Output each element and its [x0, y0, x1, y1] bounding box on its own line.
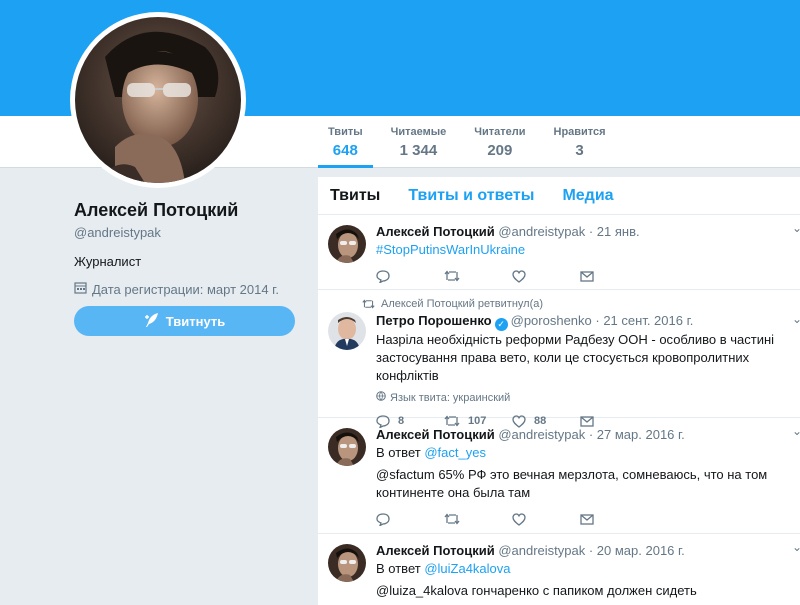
- chevron-down-icon[interactable]: ⌄: [792, 312, 800, 326]
- tweet-button-label: Твитнуть: [165, 313, 226, 329]
- tab-media[interactable]: Медиа: [562, 187, 613, 205]
- tweet-header: Алексей Потоцкий @andreistypak · 21 янв.: [376, 223, 800, 241]
- tweet-text: @sfactum 65% РФ это вечная мерзлота, сом…: [376, 467, 768, 500]
- reply-to-link[interactable]: @fact_yes: [424, 445, 486, 460]
- stat-label: Читатели: [474, 126, 526, 138]
- reply-context: В ответ @luiZa4kalova: [376, 560, 800, 578]
- globe-icon: [376, 391, 386, 404]
- tweet-actions: [376, 267, 800, 285]
- tweet-author-handle[interactable]: @andreistypak: [498, 427, 585, 442]
- stat-tweets[interactable]: Твиты 648: [318, 116, 373, 168]
- reply-prefix: В ответ: [376, 445, 421, 460]
- profile-bio: Журналист: [74, 254, 142, 269]
- like-action[interactable]: [512, 512, 580, 526]
- avatar-photo: [75, 17, 241, 183]
- tweet-item[interactable]: Алексей Потоцкий @andreistypak · 27 мар.…: [318, 418, 800, 534]
- retweeted-by-text[interactable]: Алексей Потоцкий ретвитнул(а): [381, 298, 543, 310]
- calendar-icon: [74, 281, 87, 297]
- reply-icon: [376, 269, 390, 283]
- tweet-header: Алексей Потоцкий @andreistypak · 20 мар.…: [376, 542, 800, 560]
- retweet-action[interactable]: [444, 513, 512, 525]
- envelope-icon: [580, 270, 594, 282]
- profile-join-date: Дата регистрации: март 2014 г.: [74, 281, 304, 297]
- profile-handle[interactable]: @andreistypak: [74, 225, 304, 240]
- tweet-header: Алексей Потоцкий @andreistypak · 27 мар.…: [376, 426, 800, 444]
- join-date-text: Дата регистрации: март 2014 г.: [92, 281, 279, 297]
- chevron-down-icon[interactable]: ⌄: [792, 424, 800, 438]
- profile-name[interactable]: Алексей Потоцкий: [74, 200, 304, 221]
- reply-icon: [376, 512, 390, 526]
- timeline-tabs: Твиты Твиты и ответы Медиа: [318, 177, 800, 215]
- tweet-date[interactable]: · 20 мар. 2016 г.: [589, 543, 685, 558]
- hashtag-link[interactable]: #StopPutinsWarInUkraine: [376, 242, 525, 257]
- tweet-date[interactable]: · 21 янв.: [589, 224, 640, 239]
- retweet-context: Алексей Потоцкий ретвитнул(а): [362, 298, 800, 310]
- stat-value: 3: [575, 142, 584, 159]
- tweet-author-handle[interactable]: @poroshenko: [511, 313, 592, 328]
- tweet-author-handle[interactable]: @andreistypak: [498, 224, 585, 239]
- timeline: Твиты Твиты и ответы Медиа Алексей Потоц…: [318, 177, 800, 605]
- tweet-author-name[interactable]: Петро Порошенко: [376, 313, 492, 328]
- tweet-author-name[interactable]: Алексей Потоцкий: [376, 224, 495, 239]
- tweet-date[interactable]: · 27 мар. 2016 г.: [589, 427, 685, 442]
- retweet-icon: [362, 299, 375, 309]
- message-action[interactable]: [580, 270, 648, 282]
- tweet-actions: [376, 510, 800, 528]
- stat-label: Читаемые: [390, 126, 447, 138]
- tweet-date[interactable]: · 21 сент. 2016 г.: [595, 313, 693, 328]
- tweet-avatar[interactable]: [328, 428, 366, 466]
- language-text[interactable]: Язык твита: украинский: [390, 392, 510, 404]
- chevron-down-icon[interactable]: ⌄: [792, 221, 800, 235]
- tab-tweets-replies[interactable]: Твиты и ответы: [408, 187, 534, 205]
- stat-followers[interactable]: Читатели 209: [464, 116, 535, 168]
- chevron-down-icon[interactable]: ⌄: [792, 540, 800, 554]
- stat-value: 648: [332, 142, 358, 159]
- tab-tweets[interactable]: Твиты: [330, 187, 380, 205]
- retweet-action[interactable]: [444, 270, 512, 282]
- heart-icon: [512, 269, 526, 283]
- reply-to-link[interactable]: @luiZa4kalova: [424, 561, 510, 576]
- retweet-icon: [444, 513, 460, 525]
- reply-action[interactable]: [376, 512, 444, 526]
- tweet-avatar[interactable]: [328, 312, 366, 350]
- tweet-button[interactable]: Твитнуть: [74, 306, 295, 336]
- stat-value: 209: [487, 142, 513, 159]
- tweet-author-name[interactable]: Алексей Потоцкий: [376, 543, 495, 558]
- tweet-text: Назріла необхідність реформи Радбезу ООН…: [376, 332, 775, 383]
- profile-card: Алексей Потоцкий @andreistypak Журналист…: [74, 200, 304, 297]
- tweet-item[interactable]: Алексей Потоцкий @andreistypak · 21 янв.…: [318, 215, 800, 290]
- tweet-author-name[interactable]: Алексей Потоцкий: [376, 427, 495, 442]
- tweet-item[interactable]: Алексей Потоцкий ретвитнул(а) Петро Поро…: [318, 290, 800, 428]
- stat-likes[interactable]: Нравится 3: [544, 116, 616, 168]
- retweet-icon: [444, 270, 460, 282]
- tweet-text: @luiza_4kalova гончаренко с папиком долж…: [376, 583, 697, 598]
- profile-stats: Твиты 648 Читаемые 1 344 Читатели 209 Нр…: [318, 116, 624, 168]
- reply-prefix: В ответ: [376, 561, 421, 576]
- verified-icon: ✓: [494, 318, 508, 331]
- reply-action[interactable]: [376, 269, 444, 283]
- stat-label: Твиты: [328, 126, 363, 138]
- tweet-item[interactable]: Алексей Потоцкий @andreistypak · 20 мар.…: [318, 534, 800, 605]
- stat-following[interactable]: Читаемые 1 344: [381, 116, 457, 168]
- stat-label: Нравится: [553, 126, 606, 138]
- stat-value: 1 344: [399, 142, 438, 159]
- like-action[interactable]: [512, 269, 580, 283]
- tweet-language: Язык твита: украинский: [376, 391, 800, 404]
- heart-icon: [512, 512, 526, 526]
- profile-avatar[interactable]: [70, 12, 246, 188]
- tweet-header: Петро Порошенко ✓ @poroshenko · 21 сент. 2…: [376, 312, 800, 331]
- quill-icon: [144, 312, 160, 331]
- tweet-author-handle[interactable]: @andreistypak: [498, 543, 585, 558]
- tweet-avatar[interactable]: [328, 225, 366, 263]
- envelope-icon: [580, 513, 594, 525]
- tweet-avatar[interactable]: [328, 544, 366, 582]
- message-action[interactable]: [580, 513, 648, 525]
- reply-context: В ответ @fact_yes: [376, 444, 800, 462]
